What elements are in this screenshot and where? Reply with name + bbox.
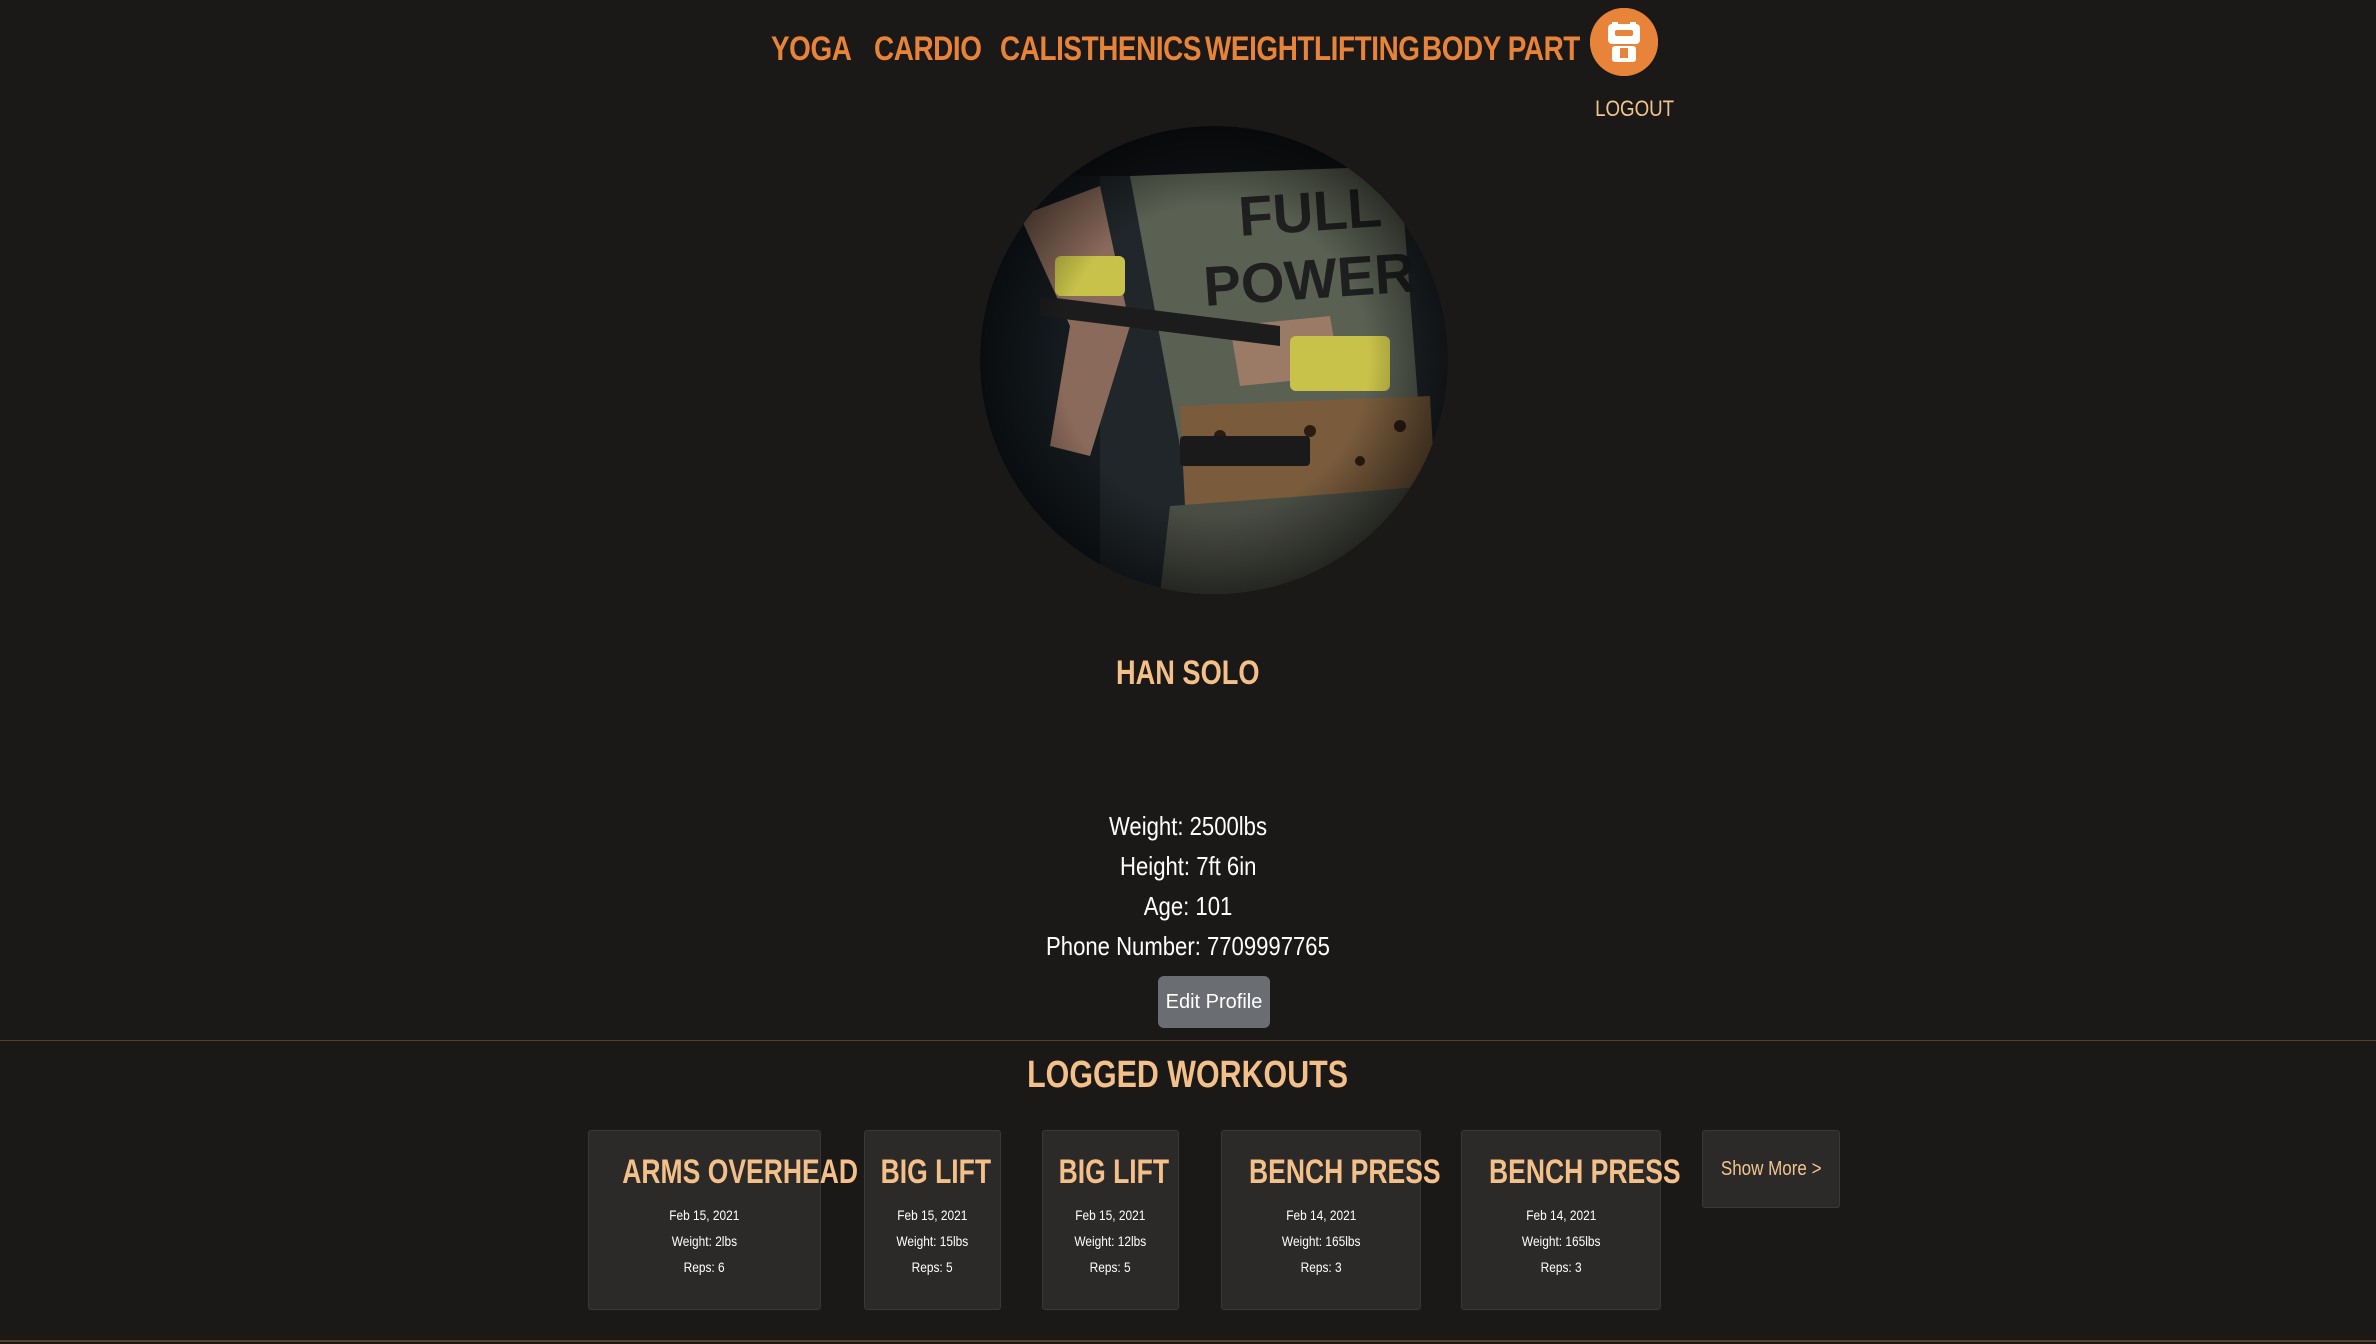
workout-card-weight: Weight: 165lbs [1462, 1228, 1660, 1254]
workout-card-weight: Weight: 15lbs [865, 1228, 1000, 1254]
workout-card-weight: Weight: 2lbs [589, 1228, 820, 1254]
workout-card-date: Feb 15, 2021 [589, 1202, 820, 1228]
workout-card-date: Feb 14, 2021 [1462, 1202, 1660, 1228]
workout-card-reps-text: Reps: 5 [911, 1259, 954, 1275]
stat-phone-text: Phone Number: 7709997765 [1046, 931, 1330, 961]
workout-card-title: BIG LIFT [865, 1153, 1000, 1192]
nav-link-body-part[interactable]: BODY PART [1422, 30, 1580, 69]
workout-card-reps: Reps: 6 [589, 1254, 820, 1280]
workout-card-reps: Reps: 3 [1462, 1254, 1660, 1280]
workout-card-weight-text: Weight: 2lbs [671, 1233, 738, 1249]
stat-height: Height: 7ft 6in [0, 846, 2376, 886]
workout-card-weight-text: Weight: 15lbs [896, 1233, 969, 1249]
workout-card-title-text: BIG LIFT [880, 1153, 992, 1191]
workout-card-date-text: Feb 15, 2021 [669, 1207, 740, 1223]
nav-link-calisthenics[interactable]: CALISTHENICS [1000, 30, 1202, 69]
workout-card-date: Feb 14, 2021 [1222, 1202, 1420, 1228]
workout-card-reps: Reps: 3 [1222, 1254, 1420, 1280]
workout-card-title: ARMS OVERHEAD [589, 1153, 858, 1192]
robot-logo-graphic [1590, 8, 1658, 76]
workout-card-title-text: BENCH PRESS [1249, 1153, 1441, 1191]
workout-card-weight: Weight: 12lbs [1043, 1228, 1178, 1254]
workout-card-date-text: Feb 15, 2021 [897, 1207, 968, 1223]
nav-link-yoga[interactable]: YOGA [771, 30, 852, 69]
stat-height-text: Height: 7ft 6in [1119, 851, 1257, 881]
stat-weight: Weight: 2500lbs [0, 806, 2376, 846]
workout-card-date-text: Feb 15, 2021 [1075, 1207, 1146, 1223]
workout-card-reps-text: Reps: 3 [1300, 1259, 1342, 1275]
workout-card-weight-text: Weight: 165lbs [1281, 1233, 1361, 1249]
show-more-button[interactable]: Show More > [1702, 1130, 1840, 1208]
workout-card-reps-text: Reps: 6 [683, 1259, 726, 1275]
nav-link-weightlifting[interactable]: WEIGHTLIFTING [1205, 30, 1420, 69]
workout-card-reps-text: Reps: 5 [1089, 1259, 1132, 1275]
workout-card-weight-text: Weight: 165lbs [1521, 1233, 1601, 1249]
logged-workouts-title: LOGGED WORKOUTS [0, 1054, 2376, 1097]
workout-card-title-text: BENCH PRESS [1489, 1153, 1681, 1191]
workout-card[interactable]: BIG LIFT Feb 15, 2021 Weight: 12lbs Reps… [1042, 1130, 1179, 1310]
workout-card-title-text: ARMS OVERHEAD [622, 1153, 859, 1191]
profile-name-text: HAN SOLO [1116, 654, 1260, 692]
profile-stats: Weight: 2500lbs Height: 7ft 6in Age: 101… [0, 806, 2376, 966]
workout-card-reps: Reps: 5 [865, 1254, 1000, 1280]
workout-card[interactable]: BENCH PRESS Feb 14, 2021 Weight: 165lbs … [1221, 1130, 1441, 1310]
stat-age: Age: 101 [0, 886, 2376, 926]
profile-photo: FULL POWER [980, 126, 1448, 594]
workout-card-date-text: Feb 14, 2021 [1525, 1207, 1597, 1223]
workout-card[interactable]: ARMS OVERHEAD Feb 15, 2021 Weight: 2lbs … [588, 1130, 858, 1310]
workout-card-reps: Reps: 5 [1043, 1254, 1178, 1280]
workout-card-title: BENCH PRESS [1222, 1153, 1441, 1192]
stat-phone: Phone Number: 7709997765 [0, 926, 2376, 966]
stat-weight-text: Weight: 2500lbs [1108, 811, 1268, 841]
top-nav: YOGA CARDIO CALISTHENICS WEIGHTLIFTING B… [0, 0, 2376, 122]
logged-workouts-title-text: LOGGED WORKOUTS [1027, 1054, 1349, 1096]
robot-logo-icon[interactable] [1590, 8, 1658, 76]
workout-card-weight: Weight: 165lbs [1222, 1228, 1420, 1254]
workout-card-date-text: Feb 14, 2021 [1285, 1207, 1357, 1223]
workout-card-weight-text: Weight: 12lbs [1074, 1233, 1147, 1249]
section-divider [0, 1040, 2376, 1041]
edit-profile-button[interactable]: Edit Profile [1158, 976, 1270, 1028]
workout-card-date: Feb 15, 2021 [865, 1202, 1000, 1228]
nav-link-cardio[interactable]: CARDIO [874, 30, 982, 69]
bottom-border [0, 1340, 2376, 1342]
workout-card-title: BIG LIFT [1043, 1153, 1178, 1192]
workout-card[interactable]: BENCH PRESS Feb 14, 2021 Weight: 165lbs … [1461, 1130, 1681, 1310]
profile-name: HAN SOLO [0, 654, 2376, 693]
workout-card-date: Feb 15, 2021 [1043, 1202, 1178, 1228]
profile-photo-graphic: FULL POWER [980, 126, 1448, 594]
workout-card-reps-text: Reps: 3 [1540, 1259, 1582, 1275]
workout-card-title-text: BIG LIFT [1058, 1153, 1170, 1191]
show-more-label: Show More > [1720, 1158, 1822, 1180]
workout-card-title: BENCH PRESS [1462, 1153, 1681, 1192]
workout-card[interactable]: BIG LIFT Feb 15, 2021 Weight: 15lbs Reps… [864, 1130, 1001, 1310]
logout-link[interactable]: LOGOUT [1595, 96, 1674, 122]
stat-age-text: Age: 101 [1143, 891, 1233, 921]
